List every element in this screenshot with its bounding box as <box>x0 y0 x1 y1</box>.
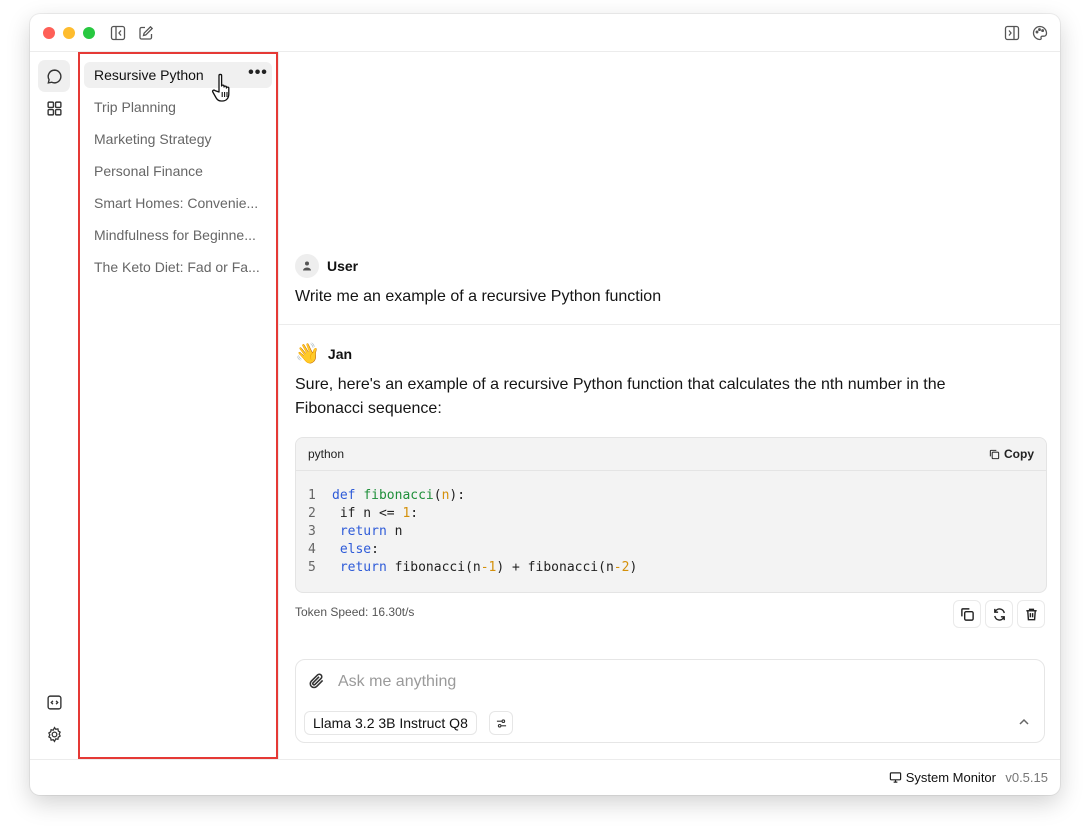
user-name: User <box>327 258 359 274</box>
code-content: 1 def fibonacci(n): 2 if n <= 1: 3 return… <box>296 471 1046 577</box>
code-brackets-icon[interactable] <box>38 686 70 718</box>
chat-panel: User Write me an example of a recursive … <box>278 52 1060 759</box>
line-number: 1 <box>308 488 316 503</box>
sliders-icon <box>496 718 506 728</box>
app-version: v0.5.15 <box>1005 770 1048 785</box>
assistant-message-text: Sure, here's an example of a recursive P… <box>295 373 946 421</box>
settings-gear-icon[interactable] <box>38 718 70 750</box>
thread-item-active[interactable]: Resursive Python ••• <box>84 62 272 88</box>
thread-item[interactable]: Personal Finance <box>84 158 272 184</box>
trash-icon <box>1025 608 1037 620</box>
thread-item[interactable]: The Keto Diet: Fad or Fa... <box>84 254 272 280</box>
thread-label: Trip Planning <box>94 99 176 115</box>
thread-item[interactable]: Smart Homes: Convenie... <box>84 190 272 216</box>
thread-list: Resursive Python ••• Trip Planning Marke… <box>78 52 278 759</box>
model-settings-button[interactable] <box>489 711 513 735</box>
refresh-icon <box>993 607 1005 621</box>
hand-pointer-cursor-icon <box>211 73 230 102</box>
line-number: 4 <box>308 542 316 557</box>
thread-item[interactable]: Trip Planning <box>84 94 272 120</box>
code-block: python Copy 1 def fibonacci(n): 2 if n <=… <box>295 437 1047 593</box>
system-monitor-button[interactable]: System Monitor <box>889 770 996 785</box>
copy-label: Copy <box>1004 447 1034 461</box>
new-chat-edit-icon[interactable] <box>137 24 155 42</box>
assistant-text-line: Sure, here's an example of a recursive P… <box>295 376 946 393</box>
code-block-header: python Copy <box>296 438 1046 471</box>
message-composer: Llama 3.2 3B Instruct Q8 <box>295 659 1045 743</box>
status-bar: System Monitor v0.5.15 <box>30 759 1060 795</box>
token-speed: Token Speed: 16.30t/s <box>295 605 415 619</box>
maximize-window-button[interactable] <box>83 27 95 39</box>
more-options-icon[interactable]: ••• <box>248 62 268 88</box>
code-line: 1 def fibonacci(n): <box>308 488 466 503</box>
user-message-header: User <box>295 254 358 278</box>
code-line: 5 return fibonacci(n-1) + fibonacci(n-2) <box>308 560 638 575</box>
code-language-label: python <box>308 447 345 461</box>
copy-message-button[interactable] <box>953 600 981 628</box>
assistant-message-header: 👋 Jan <box>295 342 352 366</box>
code-line: 2 if n <= 1: <box>308 506 419 521</box>
regenerate-button[interactable] <box>985 600 1013 628</box>
delete-message-button[interactable] <box>1017 600 1045 628</box>
thread-label: Personal Finance <box>94 163 203 179</box>
paperclip-icon[interactable] <box>308 672 326 690</box>
thread-item[interactable]: Marketing Strategy <box>84 126 272 152</box>
line-number: 3 <box>308 524 316 539</box>
right-panel-toggle-icon[interactable] <box>1003 24 1021 42</box>
copy-icon <box>960 607 974 621</box>
copy-icon <box>989 449 1000 459</box>
user-avatar-icon <box>295 254 319 278</box>
code-line: 4 else: <box>308 542 379 557</box>
monitor-icon <box>889 772 901 783</box>
line-number: 2 <box>308 506 316 521</box>
thread-item[interactable]: Mindfulness for Beginne... <box>84 222 272 248</box>
title-bar <box>30 14 1060 52</box>
assistant-text-line: Fibonacci sequence: <box>295 400 442 417</box>
palette-icon[interactable] <box>1031 24 1049 42</box>
code-line: 3 return n <box>308 524 403 539</box>
grid-apps-icon[interactable] <box>38 92 70 124</box>
assistant-name: Jan <box>327 346 353 362</box>
copy-code-button[interactable]: Copy <box>989 447 1034 461</box>
thread-label: Smart Homes: Convenie... <box>94 195 259 211</box>
thread-label: Marketing Strategy <box>94 131 212 147</box>
sidebar-collapse-icon[interactable] <box>109 24 127 42</box>
app-window: Resursive Python ••• Trip Planning Marke… <box>30 14 1060 795</box>
chat-bubble-icon[interactable] <box>38 60 70 92</box>
ask-input[interactable] <box>336 668 980 696</box>
model-selector[interactable]: Llama 3.2 3B Instruct Q8 <box>304 711 477 735</box>
user-message-text: Write me an example of a recursive Pytho… <box>295 288 662 305</box>
close-window-button[interactable] <box>43 27 55 39</box>
minimize-window-button[interactable] <box>63 27 75 39</box>
left-rail <box>30 52 78 759</box>
waving-hand-icon: 👋 <box>295 343 320 365</box>
system-monitor-label: System Monitor <box>905 770 996 785</box>
thread-label: Mindfulness for Beginne... <box>94 227 256 243</box>
thread-label: The Keto Diet: Fad or Fa... <box>94 259 260 275</box>
message-divider <box>279 324 1060 325</box>
thread-label: Resursive Python <box>94 67 204 83</box>
chevron-up-icon[interactable] <box>1016 714 1032 730</box>
line-number: 5 <box>308 560 316 575</box>
